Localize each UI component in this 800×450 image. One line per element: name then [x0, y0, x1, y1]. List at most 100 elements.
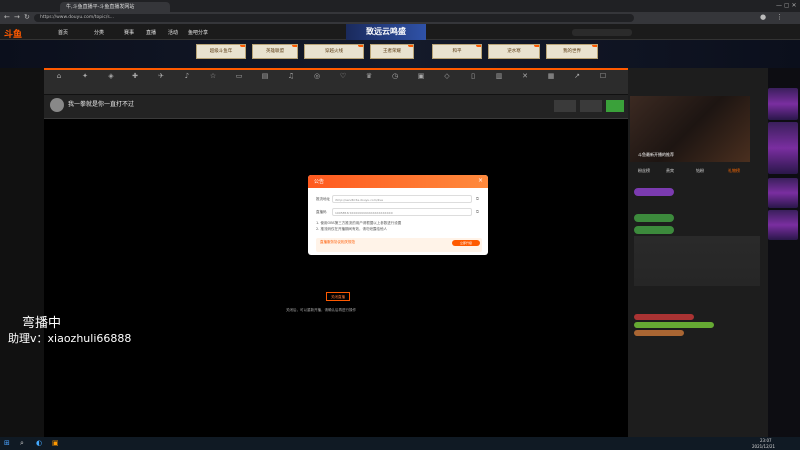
category-item[interactable]: ▥: [488, 72, 510, 81]
book-icon: ▤: [261, 72, 269, 80]
category-item[interactable]: ✦: [74, 72, 96, 81]
chart-icon: ▦: [547, 72, 555, 80]
category-item[interactable]: ↗: [566, 72, 588, 81]
chat-message: [634, 330, 684, 336]
taskbar-time: 23:07: [760, 438, 772, 443]
trend-icon: ↗: [574, 72, 580, 80]
promo-banner-title[interactable]: 致远云鸣盛: [346, 24, 426, 40]
banner-button[interactable]: 和平HOT: [432, 44, 482, 59]
trophy-icon: ♛: [365, 72, 373, 80]
banner-button[interactable]: 穿越火线HOT: [304, 44, 364, 59]
taskbar-date: 2021/12/21: [752, 444, 776, 449]
home-icon: ⌂: [56, 72, 62, 80]
category-item[interactable]: ♫: [280, 72, 302, 81]
report-button[interactable]: [580, 100, 602, 112]
avatar[interactable]: [50, 98, 64, 112]
tools-icon: ✕: [522, 72, 528, 80]
category-item[interactable]: ▣: [410, 72, 432, 81]
category-item[interactable]: ◷: [384, 72, 406, 81]
stream-url-field[interactable]: rtmp://sendtc3a.douyu.com/live: [332, 195, 472, 203]
banner-button[interactable]: 超级斗鱼年HOT: [196, 44, 246, 59]
close-icon[interactable]: ×: [478, 177, 483, 184]
side-ad[interactable]: [768, 122, 798, 174]
category-item[interactable]: ♡: [332, 72, 354, 81]
site-logo[interactable]: 斗鱼: [4, 27, 22, 40]
url-input[interactable]: https://www.douyu.com/topic/s...: [34, 14, 634, 22]
banner-button[interactable]: 英雄联盟HOT: [252, 44, 298, 59]
category-item[interactable]: ☐: [592, 72, 614, 81]
category-item[interactable]: ◎: [306, 72, 328, 81]
banner-button[interactable]: 逆水寒HOT: [488, 44, 540, 59]
preview-caption: 斗鱼最新开播的推荐: [638, 152, 674, 157]
category-item[interactable]: ✈: [150, 72, 172, 81]
follow-room-button[interactable]: [606, 100, 624, 112]
forward-icon[interactable]: →: [14, 13, 20, 21]
banner-button[interactable]: 我的世界HOT: [546, 44, 598, 59]
category-item[interactable]: ☆: [202, 72, 224, 81]
category-item[interactable]: ▭: [228, 72, 250, 81]
tab-diamond[interactable]: 钻粉: [696, 168, 704, 174]
menu-icon[interactable]: ⋮: [776, 13, 783, 21]
category-item[interactable]: ♪: [176, 72, 198, 81]
upgrade-button[interactable]: 立即升级: [452, 240, 480, 246]
music-icon: ♪: [184, 72, 190, 80]
nav-category[interactable]: 分类: [94, 29, 104, 36]
side-ad[interactable]: [768, 210, 798, 240]
nav-home[interactable]: 首页: [58, 29, 68, 36]
game-icon: ◈: [108, 72, 114, 80]
diamond-icon: ◇: [444, 72, 450, 80]
reload-icon[interactable]: ↻: [24, 13, 30, 21]
room-title: 我一拳就是你一直打不过: [68, 101, 135, 108]
clock-icon: ◷: [391, 72, 399, 80]
copy-icon[interactable]: ⧉: [476, 196, 479, 201]
back-icon[interactable]: ←: [4, 13, 10, 21]
chat-area: [634, 236, 760, 286]
category-item[interactable]: ▤: [254, 72, 276, 81]
side-ad[interactable]: [768, 88, 798, 120]
tab-vip[interactable]: 贵宾: [666, 168, 674, 174]
category-item[interactable]: ▦: [540, 72, 562, 81]
app-icon[interactable]: ▣: [52, 439, 59, 447]
tip-title: 直播服务协议相关规范: [320, 240, 355, 244]
close-live-button[interactable]: 关闭直播: [326, 292, 350, 301]
nav-live[interactable]: 直播: [146, 29, 156, 36]
windows-start-icon[interactable]: ⊞: [4, 439, 10, 447]
nav-match[interactable]: 赛事: [124, 29, 134, 36]
stream-url-label: 推流地址: [316, 197, 330, 201]
tab-gift-rank[interactable]: 礼物榜: [728, 168, 740, 174]
copy-icon[interactable]: ⧉: [476, 209, 479, 214]
nav-yuba[interactable]: 鱼吧分享: [188, 29, 208, 36]
category-item[interactable]: ◇: [436, 72, 458, 81]
rank-badge: [634, 188, 674, 196]
browser-tab[interactable]: 牛,斗鱼直播平-斗鱼直播发网站: [60, 2, 170, 12]
video-player[interactable]: [44, 119, 628, 437]
share-button[interactable]: [554, 100, 576, 112]
browser-tab-bar: 牛,斗鱼直播平-斗鱼直播发网站 — ▢ ✕: [0, 0, 800, 12]
edge-icon[interactable]: ◐: [36, 439, 42, 447]
tab-fans[interactable]: 粉丝榜: [638, 168, 650, 174]
chat-message: [634, 322, 714, 328]
tv-icon: ▭: [235, 72, 243, 80]
plane-icon: ✈: [158, 72, 164, 80]
profile-icon[interactable]: ●: [760, 13, 766, 21]
note-line: 2. 推流码仅在开播期间有效，请勿泄露给他人: [316, 227, 387, 231]
search-icon[interactable]: ⌕: [20, 439, 24, 448]
gamepad-icon: ✚: [132, 72, 138, 80]
category-item[interactable]: ▯: [462, 72, 484, 81]
stream-key-field[interactable]: 1005853rXXXXXXXXXXXXXXXXXXXXX: [332, 208, 472, 216]
rank-badge: [634, 226, 674, 234]
rank-badge: [634, 214, 674, 222]
banner-button[interactable]: 王者荣耀HOT: [370, 44, 414, 59]
category-item[interactable]: ◈: [100, 72, 122, 81]
search-input[interactable]: [572, 29, 632, 36]
watermark-status: 弯播中: [22, 316, 62, 331]
window-controls[interactable]: — ▢ ✕: [776, 2, 797, 9]
star-icon: ☆: [209, 72, 217, 80]
category-item[interactable]: ♛: [358, 72, 380, 81]
side-ad[interactable]: [768, 178, 798, 208]
category-item[interactable]: ✚: [124, 72, 146, 81]
category-item[interactable]: ⌂: [48, 72, 70, 81]
nav-activity[interactable]: 活动: [168, 29, 178, 36]
tip-box: 直播服务协议相关规范 立即升级: [316, 238, 482, 252]
category-item[interactable]: ✕: [514, 72, 536, 81]
